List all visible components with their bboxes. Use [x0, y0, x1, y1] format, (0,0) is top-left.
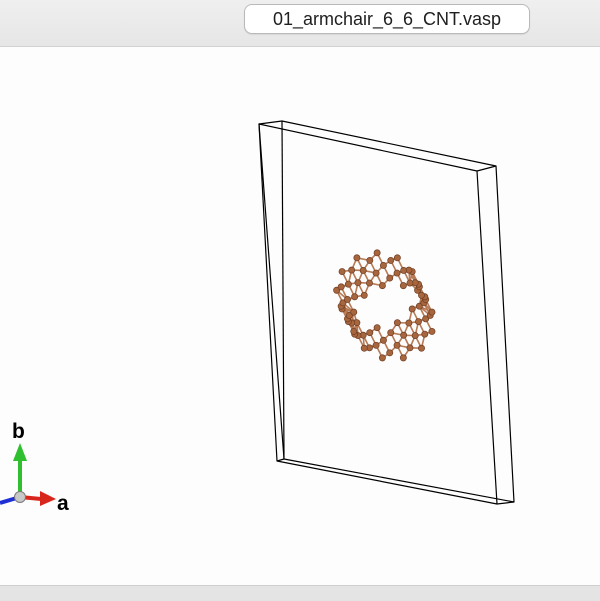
carbon-atom[interactable]: [407, 345, 413, 351]
carbon-atom[interactable]: [354, 255, 360, 261]
cell-edge: [282, 121, 284, 459]
carbon-atom[interactable]: [401, 332, 407, 338]
carbon-atom[interactable]: [338, 284, 344, 290]
carbon-atom[interactable]: [339, 268, 345, 274]
carbon-atom[interactable]: [349, 267, 355, 273]
carbon-atom[interactable]: [394, 320, 400, 326]
cell-edge: [277, 459, 284, 461]
carbon-atom[interactable]: [418, 292, 424, 298]
carbon-atom[interactable]: [422, 331, 428, 337]
b-axis-label: b: [12, 420, 25, 443]
carbon-atom[interactable]: [373, 270, 379, 276]
carbon-atom[interactable]: [366, 280, 372, 286]
carbon-atom[interactable]: [367, 330, 373, 336]
carbon-atom[interactable]: [344, 296, 350, 302]
carbon-atom[interactable]: [394, 255, 400, 261]
carbon-atom[interactable]: [352, 294, 358, 300]
carbon-atom[interactable]: [412, 332, 418, 338]
carbon-atom[interactable]: [401, 267, 407, 273]
carbon-atom[interactable]: [374, 325, 380, 331]
carbon-atom[interactable]: [351, 328, 357, 334]
carbon-atom[interactable]: [388, 330, 394, 336]
carbon-atom[interactable]: [373, 342, 379, 348]
structure-canvas[interactable]: b a: [0, 47, 600, 585]
b-axis-head: [13, 443, 27, 461]
carbon-atom[interactable]: [394, 270, 400, 276]
status-bar: [0, 585, 600, 601]
carbon-atom[interactable]: [415, 318, 421, 324]
carbon-atom[interactable]: [361, 292, 367, 298]
carbon-atom[interactable]: [351, 309, 357, 315]
carbon-atom[interactable]: [379, 283, 385, 289]
cell-edge: [497, 502, 514, 504]
cell-front-face: [259, 124, 497, 504]
carbon-atom[interactable]: [418, 345, 424, 351]
file-tab-label: 01_armchair_6_6_CNT.vasp: [273, 9, 501, 30]
unit-cell-box: [259, 121, 514, 504]
carbon-atom[interactable]: [374, 250, 380, 256]
carbon-atom[interactable]: [400, 355, 406, 361]
carbon-atom[interactable]: [409, 306, 415, 312]
carbon-atom[interactable]: [407, 280, 413, 286]
axis-triad: b a: [0, 420, 69, 515]
carbon-atom[interactable]: [406, 320, 412, 326]
carbon-atom[interactable]: [388, 257, 394, 263]
carbon-atom[interactable]: [429, 328, 435, 334]
carbon-atom[interactable]: [355, 280, 361, 286]
axis-origin: [15, 492, 26, 503]
carbon-atom[interactable]: [380, 337, 386, 343]
cell-edge: [477, 166, 496, 171]
carbon-atom[interactable]: [380, 262, 386, 268]
carbon-atom[interactable]: [379, 355, 385, 361]
carbon-atom[interactable]: [387, 350, 393, 356]
carbon-atom[interactable]: [387, 275, 393, 281]
structure-viewport[interactable]: b a: [0, 47, 600, 585]
cell-back-face: [259, 121, 514, 502]
a-axis-head: [40, 491, 56, 506]
carbon-atom[interactable]: [429, 309, 435, 315]
carbon-atom[interactable]: [361, 345, 367, 351]
file-tab[interactable]: 01_armchair_6_6_CNT.vasp: [244, 4, 530, 34]
a-axis-label: a: [57, 492, 69, 515]
carbon-atom[interactable]: [400, 283, 406, 289]
carbon-atom[interactable]: [394, 342, 400, 348]
carbon-atom[interactable]: [367, 257, 373, 263]
carbon-atom[interactable]: [360, 267, 366, 273]
window-titlebar: 01_armchair_6_6_CNT.vasp: [0, 0, 600, 47]
carbon-atom[interactable]: [345, 281, 351, 287]
